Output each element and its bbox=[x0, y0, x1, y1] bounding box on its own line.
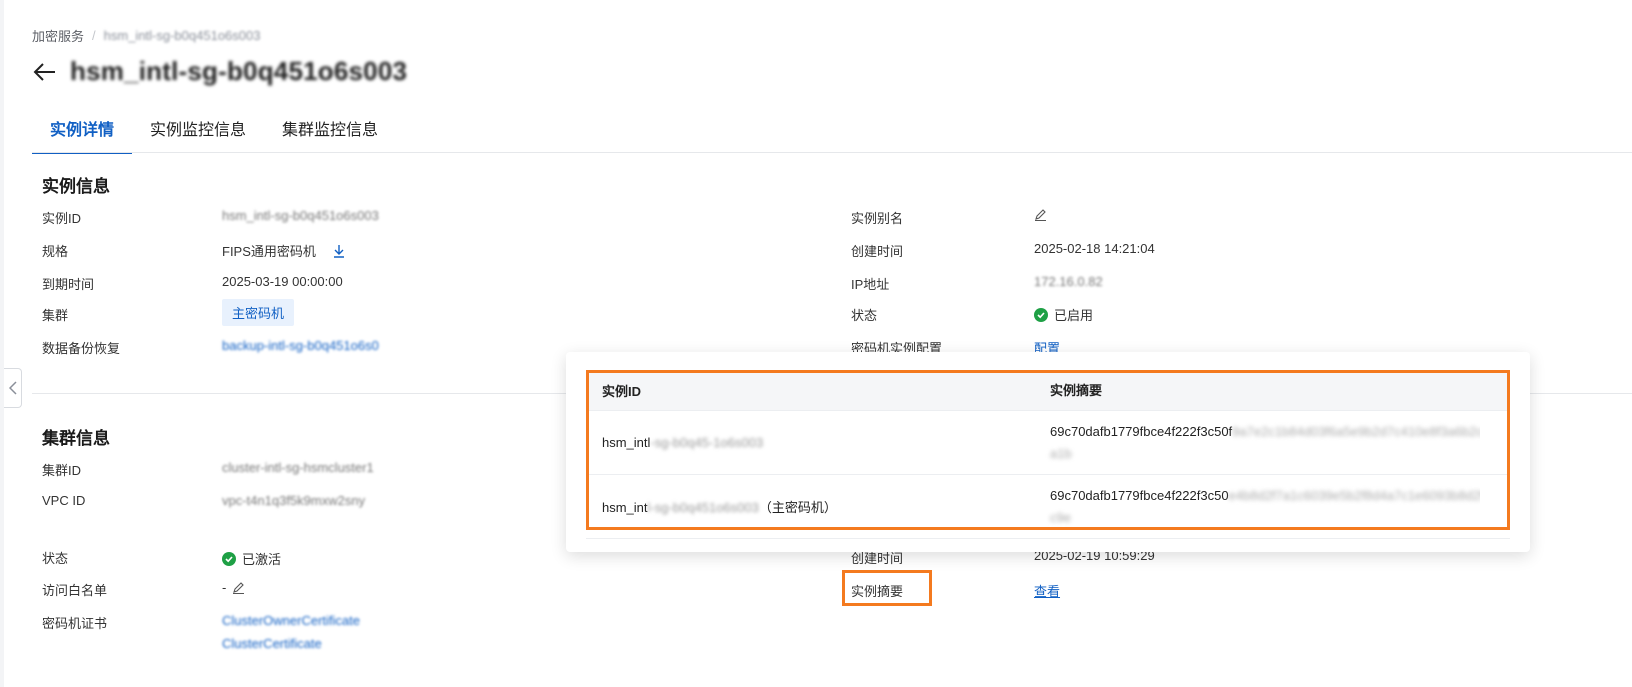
sidebar-collapse-toggle[interactable] bbox=[4, 368, 22, 408]
instance-id-label: 实例ID bbox=[42, 211, 82, 226]
instance-status-value: 已启用 bbox=[1034, 305, 1093, 324]
cluster-id-label: 集群ID bbox=[42, 463, 82, 478]
cluster-info-title: 集群信息 bbox=[42, 429, 110, 448]
spec-value: FIPS通用密码机 bbox=[222, 241, 346, 260]
page-left-edge bbox=[0, 0, 4, 687]
page-title: hsm_intl-sg-b0q451o6s003 bbox=[70, 56, 408, 86]
check-circle-icon bbox=[1034, 307, 1048, 322]
page-header: hsm_intl-sg-b0q451o6s003 bbox=[32, 56, 407, 87]
tab-instance-details[interactable]: 实例详情 bbox=[32, 112, 133, 154]
backup-value: backup-intl-sg-b0q451o6s0 bbox=[222, 338, 379, 353]
whitelist-value: - bbox=[222, 580, 245, 595]
ip-value: 172.16.0.82 bbox=[1034, 274, 1103, 289]
created-value: 2025-02-18 14:21:04 bbox=[1034, 241, 1155, 256]
arrow-left-icon bbox=[33, 62, 55, 81]
alias-value bbox=[1034, 208, 1047, 221]
expire-value: 2025-03-19 00:00:00 bbox=[222, 274, 343, 289]
digest-value: 查看 bbox=[1034, 581, 1060, 600]
cluster-status-label: 状态 bbox=[42, 551, 69, 566]
download-icon[interactable] bbox=[332, 244, 346, 258]
edit-pencil-icon[interactable] bbox=[232, 581, 245, 594]
breadcrumb-root[interactable]: 加密服务 bbox=[32, 26, 84, 45]
instance-status-label: 状态 bbox=[851, 308, 878, 323]
backup-label: 数据备份恢复 bbox=[42, 341, 121, 356]
cluster-cert-link[interactable]: ClusterCertificate bbox=[222, 636, 322, 651]
digest-popover: 实例ID 实例摘要 hsm_intl-sg-b0q45-1o6s003 69c7… bbox=[566, 352, 1530, 552]
instance-info-title: 实例信息 bbox=[42, 177, 110, 196]
cluster-role-value: 主密码机 bbox=[222, 299, 295, 326]
owner-cert-link[interactable]: ClusterOwnerCertificate bbox=[222, 613, 360, 628]
tab-instance-monitoring[interactable]: 实例监控信息 bbox=[132, 112, 264, 154]
breadcrumb-separator: / bbox=[92, 28, 96, 43]
tabs-divider bbox=[32, 152, 1632, 153]
cluster-role-label: 集群 bbox=[42, 308, 69, 323]
expire-label: 到期时间 bbox=[42, 277, 95, 292]
tab-cluster-monitoring[interactable]: 集群监控信息 bbox=[264, 112, 396, 154]
alias-label: 实例别名 bbox=[851, 211, 904, 226]
breadcrumb-current: hsm_intl-sg-b0q451o6s003 bbox=[103, 28, 261, 43]
whitelist-label: 访问白名单 bbox=[42, 583, 108, 598]
vpc-id-label: VPC ID bbox=[42, 493, 86, 508]
cert-value-2: ClusterCertificate bbox=[222, 636, 322, 651]
cluster-id-value: cluster-intl-sg-hsmcluster1 bbox=[222, 460, 374, 475]
breadcrumb: 加密服务 / hsm_intl-sg-b0q451o6s003 bbox=[32, 26, 260, 45]
view-digest-link[interactable]: 查看 bbox=[1034, 581, 1060, 600]
tab-bar: 实例详情 实例监控信息 集群监控信息 bbox=[32, 112, 396, 154]
edit-pencil-icon[interactable] bbox=[1034, 208, 1047, 221]
created-label: 创建时间 bbox=[851, 244, 904, 259]
digest-label-highlight bbox=[842, 570, 932, 606]
vpc-id-value: vpc-t4n1q3f5k9mxw2sny bbox=[222, 493, 366, 508]
master-hsm-badge: 主密码机 bbox=[222, 299, 295, 326]
back-button[interactable] bbox=[32, 59, 58, 85]
cert-label: 密码机证书 bbox=[42, 616, 108, 631]
cluster-status-value: 已激活 bbox=[222, 549, 281, 568]
ip-label: IP地址 bbox=[851, 277, 890, 292]
check-circle-icon bbox=[222, 551, 236, 566]
digest-table-highlight bbox=[586, 370, 1510, 530]
instance-id-value: hsm_intl-sg-b0q451o6s003 bbox=[222, 208, 379, 223]
cert-value-1: ClusterOwnerCertificate bbox=[222, 613, 360, 628]
chevron-left-icon bbox=[8, 381, 17, 395]
backup-link[interactable]: backup-intl-sg-b0q451o6s0 bbox=[222, 338, 379, 353]
spec-label: 规格 bbox=[42, 244, 69, 259]
